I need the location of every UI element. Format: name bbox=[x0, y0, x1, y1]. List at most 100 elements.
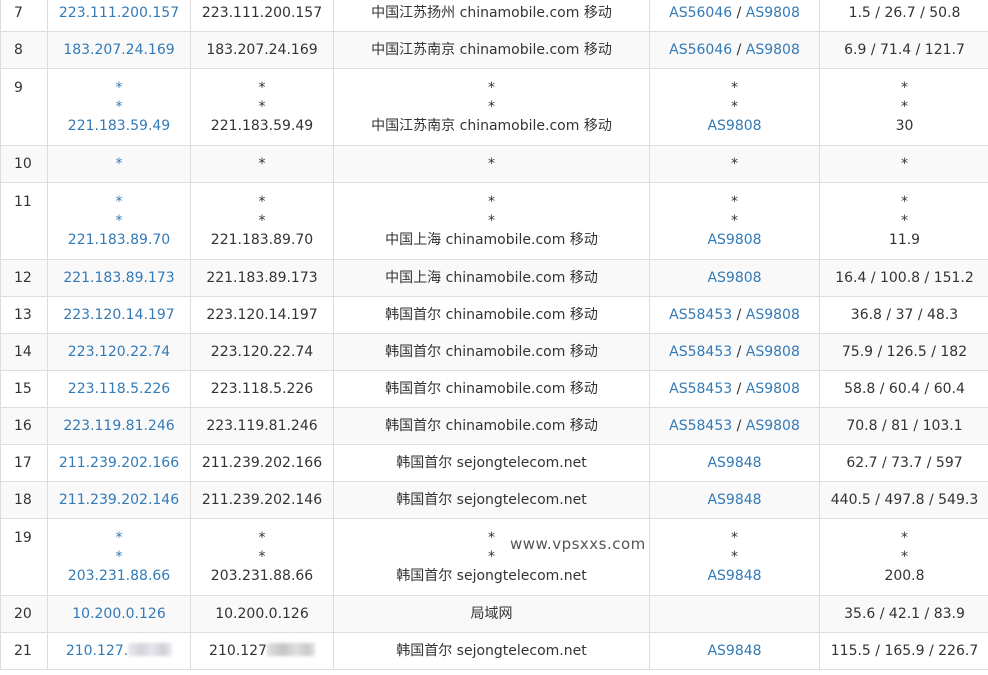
hostname-text: 211.239.202.166 bbox=[201, 454, 323, 471]
ip-link[interactable]: 203.231.88.66 bbox=[49, 567, 190, 586]
table-row: 9 * * 221.183.59.49 * * 221.183.59.49 * * 中国江苏南京 … bbox=[0, 68, 988, 146]
ip-link[interactable]: 223.119.81.246 bbox=[49, 417, 190, 436]
hop-number-cell: 14 bbox=[0, 333, 48, 371]
asn-separator: / bbox=[732, 306, 746, 323]
hop-number: 20 bbox=[14, 606, 32, 622]
hop-number: 13 bbox=[14, 307, 32, 323]
asn-line: AS9848 bbox=[651, 642, 819, 661]
hostname-cell: 10.200.0.126 bbox=[190, 595, 334, 633]
hop-number: 9 bbox=[14, 80, 23, 96]
asn-link[interactable]: AS9808 bbox=[707, 232, 761, 248]
asn-link[interactable]: AS9808 bbox=[746, 381, 800, 397]
asn-link[interactable]: AS58453 bbox=[669, 344, 732, 360]
asn-cell: AS58453 / AS9808 bbox=[649, 333, 820, 371]
latency-cell: 75.9 / 126.5 / 182 bbox=[819, 333, 988, 371]
ip-cell: 223.118.5.226 bbox=[47, 370, 191, 408]
asn-link[interactable]: AS9808 bbox=[707, 270, 761, 286]
asn-separator: / bbox=[732, 41, 746, 58]
asn-line: AS56046 / AS9808 bbox=[651, 41, 819, 60]
asn-line: AS56046 / AS9808 bbox=[651, 4, 819, 23]
asn-separator: / bbox=[732, 380, 746, 397]
hop-number: 17 bbox=[14, 455, 32, 471]
asn-cell: AS9848 bbox=[649, 632, 820, 670]
latency-text: 62.7 / 73.7 / 597 bbox=[846, 454, 963, 471]
latency-text: * bbox=[901, 548, 908, 565]
asn-placeholder: * bbox=[731, 193, 738, 210]
hop-number: 18 bbox=[14, 492, 32, 508]
asn-link[interactable]: AS9808 bbox=[746, 344, 800, 360]
ip-link[interactable]: 210.127. bbox=[49, 642, 190, 661]
asn-link[interactable]: AS58453 bbox=[669, 381, 732, 397]
ip-cell: 223.120.14.197 bbox=[47, 296, 191, 334]
ip-link[interactable]: 221.183.89.70 bbox=[49, 231, 190, 250]
hop-number: 21 bbox=[14, 643, 32, 659]
asn-cell: AS9808 bbox=[649, 259, 820, 297]
asn-line: * bbox=[651, 79, 819, 98]
asn-link[interactable]: AS9808 bbox=[707, 118, 761, 134]
ip-link[interactable]: 211.239.202.146 bbox=[49, 491, 190, 510]
hop-number: 14 bbox=[14, 344, 32, 360]
hop-number-cell: 11 bbox=[0, 182, 48, 260]
hostname-text: 203.231.88.66 bbox=[210, 567, 314, 584]
latency-text: 6.9 / 71.4 / 121.7 bbox=[844, 41, 965, 58]
asn-link[interactable]: AS9808 bbox=[746, 418, 800, 434]
location-text: 中国上海 chinamobile.com 移动 bbox=[385, 231, 598, 248]
location-cell: 局域网 bbox=[333, 595, 650, 633]
ip-cell: 210.127. bbox=[47, 632, 191, 670]
latency-cell: * * 30 bbox=[819, 68, 988, 146]
hop-number-cell: 19 bbox=[0, 518, 48, 596]
asn-link[interactable]: AS9848 bbox=[707, 455, 761, 471]
ip-link[interactable]: 211.239.202.166 bbox=[49, 454, 190, 473]
ip-link[interactable]: 223.120.22.74 bbox=[49, 343, 190, 362]
asn-line: AS58453 / AS9808 bbox=[651, 417, 819, 436]
ip-link[interactable]: 221.183.89.173 bbox=[49, 269, 190, 288]
ip-cell: 223.119.81.246 bbox=[47, 407, 191, 445]
asn-placeholder: * bbox=[731, 212, 738, 229]
location-text: 韩国首尔 chinamobile.com 移动 bbox=[385, 380, 598, 397]
asn-link[interactable]: AS9848 bbox=[707, 568, 761, 584]
asn-cell: AS9848 bbox=[649, 444, 820, 482]
location-text: * bbox=[488, 79, 495, 96]
asn-cell: AS56046 / AS9808 bbox=[649, 31, 820, 69]
hostname-text: 210.127 bbox=[192, 642, 333, 661]
asn-link[interactable]: AS58453 bbox=[669, 418, 732, 434]
asn-link[interactable]: AS9808 bbox=[746, 307, 800, 323]
location-cell: * * 韩国首尔 sejongtelecom.net bbox=[333, 518, 650, 596]
asn-link[interactable]: AS9808 bbox=[746, 42, 800, 58]
hostname-text: 223.111.200.157 bbox=[201, 4, 323, 21]
asn-link[interactable]: AS9808 bbox=[746, 5, 800, 21]
hostname-text: 223.120.22.74 bbox=[210, 343, 314, 360]
ip-link[interactable]: 221.183.59.49 bbox=[49, 117, 190, 136]
hostname-cell: 211.239.202.166 bbox=[190, 444, 334, 482]
hostname-cell: 211.239.202.146 bbox=[190, 481, 334, 519]
asn-placeholder: * bbox=[731, 155, 738, 172]
asn-link[interactable]: AS58453 bbox=[669, 307, 732, 323]
table-row: 10 * * * * * bbox=[0, 145, 988, 183]
asn-link[interactable]: AS56046 bbox=[669, 42, 732, 58]
hostname-text: * bbox=[258, 212, 266, 229]
asn-link[interactable]: AS56046 bbox=[669, 5, 732, 21]
hop-number-cell: 7 bbox=[0, 0, 48, 32]
hostname-text: 10.200.0.126 bbox=[215, 605, 309, 622]
location-text: 中国江苏南京 chinamobile.com 移动 bbox=[371, 117, 612, 134]
asn-line: AS58453 / AS9808 bbox=[651, 343, 819, 362]
asn-separator: / bbox=[732, 343, 746, 360]
ip-link[interactable]: 223.118.5.226 bbox=[49, 380, 190, 399]
ip-link[interactable]: 183.207.24.169 bbox=[49, 41, 190, 60]
hop-number: 16 bbox=[14, 418, 32, 434]
table-row: 21 210.127. 210.127 韩国首尔 sejongtelecom.net A… bbox=[0, 632, 988, 670]
hostname-text: 183.207.24.169 bbox=[206, 41, 318, 58]
hop-number-cell: 20 bbox=[0, 595, 48, 633]
hop-number-cell: 8 bbox=[0, 31, 48, 69]
ip-link: * bbox=[115, 548, 123, 565]
location-text: * bbox=[488, 193, 495, 210]
ip-link[interactable]: 223.120.14.197 bbox=[49, 306, 190, 325]
ip-cell: 211.239.202.146 bbox=[47, 481, 191, 519]
hop-number: 19 bbox=[14, 530, 32, 546]
ip-link[interactable]: 223.111.200.157 bbox=[49, 4, 190, 23]
latency-cell: 440.5 / 497.8 / 549.3 bbox=[819, 481, 988, 519]
ip-link[interactable]: 10.200.0.126 bbox=[49, 605, 190, 624]
asn-link[interactable]: AS9848 bbox=[707, 492, 761, 508]
asn-link[interactable]: AS9848 bbox=[707, 643, 761, 659]
location-cell: 韩国首尔 chinamobile.com 移动 bbox=[333, 370, 650, 408]
